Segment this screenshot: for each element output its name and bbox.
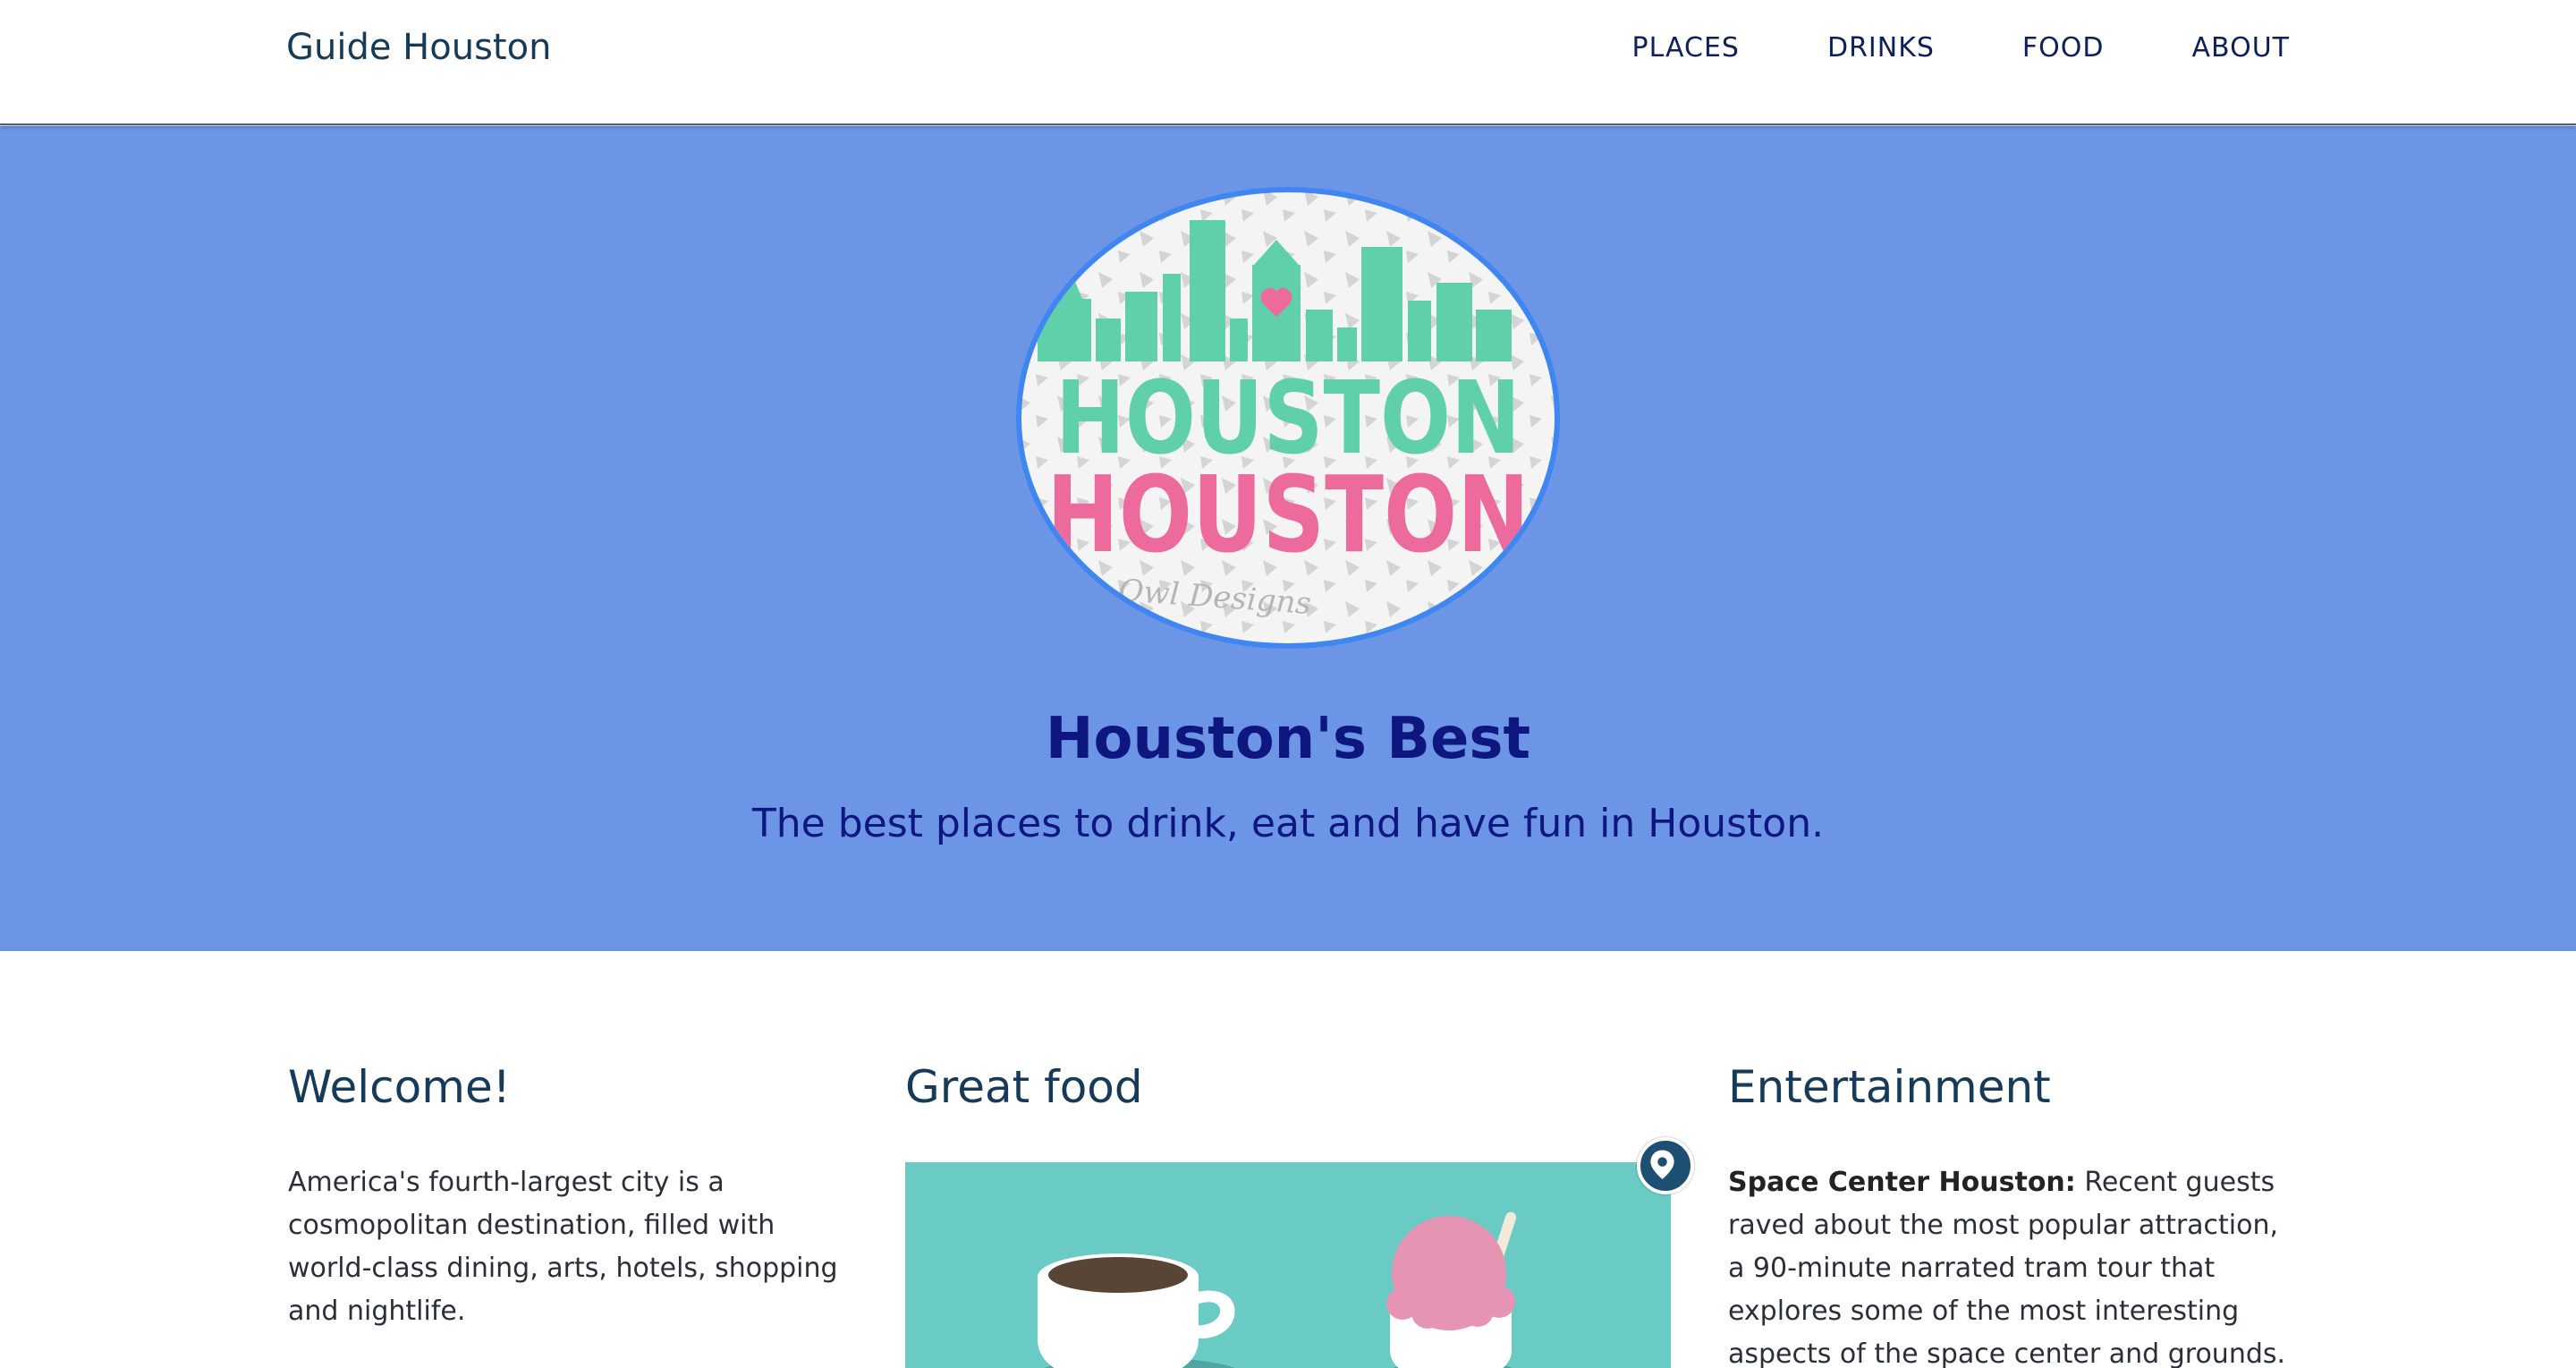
nav-link-drinks[interactable]: DRINKS bbox=[1827, 32, 1935, 64]
welcome-heading: Welcome! bbox=[288, 1061, 511, 1113]
food-heading: Great food bbox=[905, 1061, 1143, 1113]
main-nav: PLACES DRINKS FOOD ABOUT bbox=[1545, 32, 2290, 64]
welcome-section: Welcome! America's fourth-largest city i… bbox=[288, 1061, 860, 1327]
food-illustration bbox=[905, 1162, 1671, 1368]
entertainment-section: Entertainment Space Center Houston: Rece… bbox=[1728, 1061, 2301, 1368]
nav-link-food[interactable]: FOOD bbox=[2022, 32, 2105, 64]
welcome-text: America's fourth-largest city is a cosmo… bbox=[288, 1167, 838, 1327]
logo-text-bottom: HOUSTON bbox=[1046, 453, 1530, 576]
navbar: Guide Houston PLACES DRINKS FOOD ABOUT bbox=[0, 0, 2576, 125]
nav-link-about[interactable]: ABOUT bbox=[2192, 32, 2290, 64]
nav-link-places[interactable]: PLACES bbox=[1632, 32, 1740, 64]
entertainment-highlight: Space Center Houston: bbox=[1728, 1167, 2076, 1198]
snow-cone-icon bbox=[1386, 1211, 1517, 1368]
hero-title: Houston's Best bbox=[1045, 706, 1531, 772]
hero-banner: HOUSTON HOUSTON Owl Designs Houston's Be… bbox=[0, 126, 2576, 951]
map-pin-icon[interactable] bbox=[1637, 1137, 1694, 1194]
coffee-cup-icon bbox=[1038, 1253, 1235, 1368]
entertainment-text: Space Center Houston: Recent guests rave… bbox=[1728, 1161, 2301, 1368]
entertainment-heading: Entertainment bbox=[1728, 1061, 2051, 1113]
food-section: Great food bbox=[905, 1061, 1674, 1113]
houston-logo: HOUSTON HOUSTON Owl Designs bbox=[1011, 184, 1565, 652]
brand-link[interactable]: Guide Houston bbox=[286, 27, 551, 68]
hero-subtitle: The best places to drink, eat and have f… bbox=[751, 801, 1825, 846]
